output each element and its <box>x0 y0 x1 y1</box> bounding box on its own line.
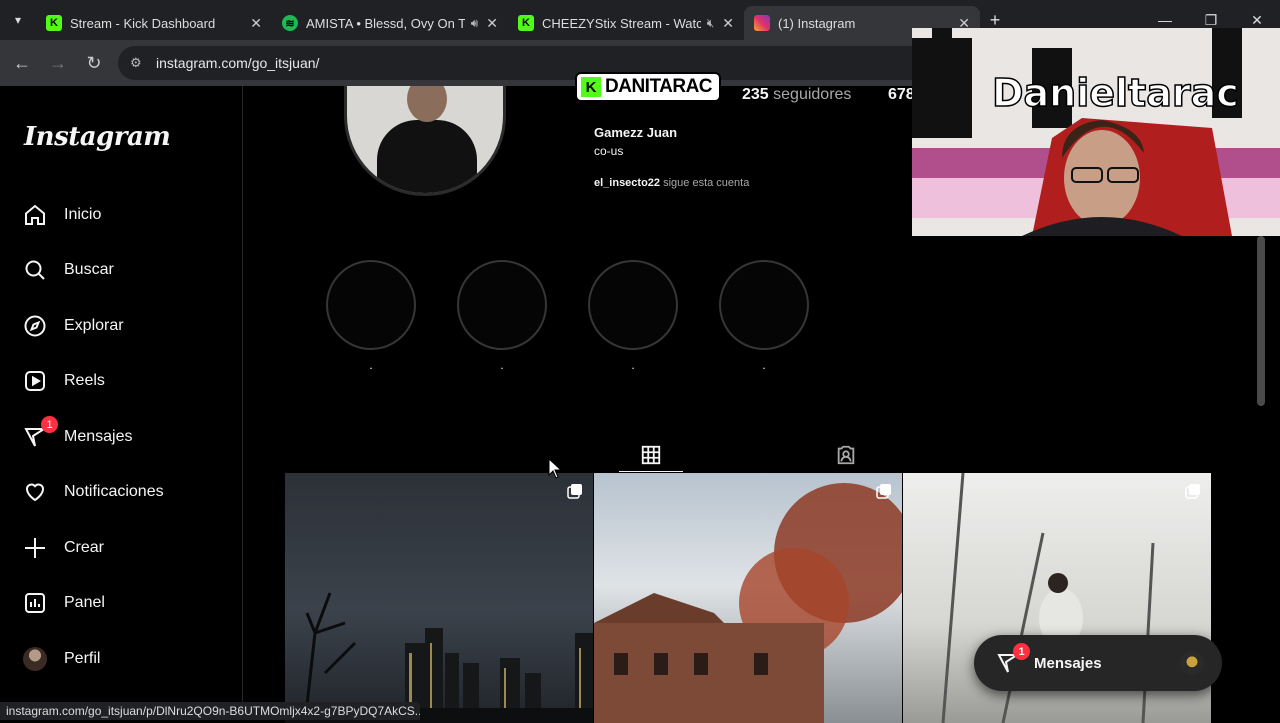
messenger-icon: 1 <box>22 416 58 450</box>
highlight-label: . <box>631 358 635 372</box>
status-bar-url: instagram.com/go_itsjuan/p/DlNru2QO9n-B6… <box>0 702 420 720</box>
tab-title: Stream - Kick Dashboard <box>70 15 216 31</box>
carousel-icon <box>876 484 891 499</box>
compass-icon <box>22 313 48 339</box>
sidebar-item-label: Buscar <box>64 261 114 278</box>
city-skyline-photo <box>285 592 593 723</box>
sidebar-item-buscar[interactable]: Buscar <box>22 255 114 285</box>
carousel-icon <box>567 484 582 499</box>
instagram-sidebar: Instagram Inicio Buscar Explorar Reels 1… <box>0 86 243 720</box>
profile-stats: 235 seguidores 678 <box>742 86 915 104</box>
sidebar-item-label: Panel <box>64 594 105 611</box>
post-thumbnail-building[interactable] <box>594 473 902 723</box>
close-icon[interactable]: ✕ <box>250 15 262 32</box>
close-icon[interactable]: ✕ <box>486 15 498 32</box>
chart-icon <box>22 590 48 616</box>
muted-icon[interactable]: 🔇︎ <box>707 16 715 31</box>
plus-icon <box>22 535 48 561</box>
profile-picture[interactable] <box>344 86 506 196</box>
address-bar[interactable]: ⚙︎ instagram.com/go_itsjuan/ <box>118 46 938 80</box>
sidebar-item-mensajes[interactable]: 1 Mensajes <box>22 416 133 452</box>
browser-tab-kick-dashboard[interactable]: K Stream - Kick Dashboard ✕ <box>36 6 272 40</box>
tab-posts[interactable] <box>619 438 683 472</box>
story-highlight[interactable] <box>457 260 547 350</box>
followed-by-text: sigue esta cuenta <box>663 177 750 189</box>
notification-badge: 1 <box>1013 643 1030 660</box>
avatar <box>22 646 48 672</box>
search-icon <box>22 257 48 283</box>
streamer-name-tag: K DANITARAC <box>575 72 721 102</box>
highlight-label: . <box>500 358 504 372</box>
url-text: instagram.com/go_itsjuan/ <box>156 55 320 71</box>
tab-title: AMISTA • Blessd, Ovy On Th <box>306 15 465 31</box>
messages-label: Mensajes <box>1034 654 1102 672</box>
heart-icon <box>22 479 48 505</box>
post-thumbnail-city[interactable] <box>285 473 593 723</box>
page-scrollbar[interactable] <box>1257 236 1265 406</box>
followers-label[interactable]: seguidores <box>773 86 851 103</box>
tab-search-button[interactable]: ▾ <box>0 0 36 40</box>
sidebar-item-label: Explorar <box>64 317 124 334</box>
story-highlight[interactable] <box>588 260 678 350</box>
reload-button[interactable]: ↻ <box>76 53 112 74</box>
sidebar-item-label: Crear <box>64 539 105 556</box>
back-button[interactable]: ← <box>4 53 40 74</box>
mouse-cursor-icon <box>548 458 563 479</box>
followers-count[interactable]: 235 <box>742 86 769 103</box>
story-highlight[interactable] <box>326 260 416 350</box>
tagged-icon <box>837 445 855 465</box>
forward-button[interactable]: → <box>40 53 76 74</box>
kick-icon: K <box>518 15 534 31</box>
site-info-icon[interactable]: ⚙︎ <box>130 55 148 71</box>
spotify-icon: ≋ <box>282 15 298 31</box>
sidebar-item-perfil[interactable]: Perfil <box>22 644 100 674</box>
sidebar-item-label: Perfil <box>64 650 101 667</box>
audio-playing-icon[interactable]: 🔊︎ <box>471 16 479 31</box>
sidebar-item-notificaciones[interactable]: Notificaciones <box>22 477 164 507</box>
followed-by-username[interactable]: el_insecto22 <box>594 177 660 189</box>
carousel-icon <box>1185 484 1200 499</box>
avatar <box>1180 651 1204 675</box>
tab-tagged[interactable] <box>814 438 878 472</box>
reels-icon <box>22 368 48 394</box>
browser-tab-spotify[interactable]: ≋ AMISTA • Blessd, Ovy On Th 🔊︎ ✕ <box>272 6 508 40</box>
messages-floating-button[interactable]: 1 Mensajes <box>974 635 1222 691</box>
sidebar-item-label: Inicio <box>64 206 102 223</box>
sidebar-item-panel[interactable]: Panel <box>22 588 105 618</box>
profile-full-name: Gamezz Juan <box>594 125 678 140</box>
story-highlight[interactable] <box>719 260 809 350</box>
webcam-overlay: Danieltarac <box>912 28 1280 236</box>
kick-icon: K <box>581 77 601 97</box>
webcam-feed: Danieltarac <box>912 28 1280 236</box>
sidebar-item-label: Notificaciones <box>64 483 164 500</box>
browser-tab-cheezystix[interactable]: K CHEEZYStix Stream - Watch 🔇︎ ✕ <box>508 6 744 40</box>
sidebar-item-crear[interactable]: Crear <box>22 533 104 563</box>
streamer-name: DANITARAC <box>605 76 713 97</box>
following-count[interactable]: 678 <box>888 86 915 104</box>
highlight-label: . <box>369 358 373 372</box>
profile-bio: co-us <box>594 144 624 158</box>
tab-title: CHEEZYStix Stream - Watch <box>542 15 701 31</box>
instagram-icon <box>754 15 770 31</box>
grid-icon <box>641 445 661 464</box>
sidebar-item-label: Mensajes <box>64 428 133 445</box>
kick-icon: K <box>46 15 62 31</box>
messenger-icon: 1 <box>996 643 1030 675</box>
close-icon[interactable]: ✕ <box>722 15 734 32</box>
notification-badge: 1 <box>41 416 58 433</box>
brick-building-photo <box>594 483 902 723</box>
followed-by[interactable]: el_insecto22 sigue esta cuenta <box>594 177 749 189</box>
home-icon <box>22 202 48 228</box>
graffiti-text: Danieltarac <box>992 71 1239 115</box>
sidebar-item-reels[interactable]: Reels <box>22 366 105 396</box>
sidebar-item-explorar[interactable]: Explorar <box>22 311 124 341</box>
sidebar-item-inicio[interactable]: Inicio <box>22 200 101 230</box>
highlight-label: . <box>762 358 766 372</box>
instagram-logo[interactable]: Instagram <box>24 122 171 152</box>
sidebar-item-label: Reels <box>64 372 105 389</box>
